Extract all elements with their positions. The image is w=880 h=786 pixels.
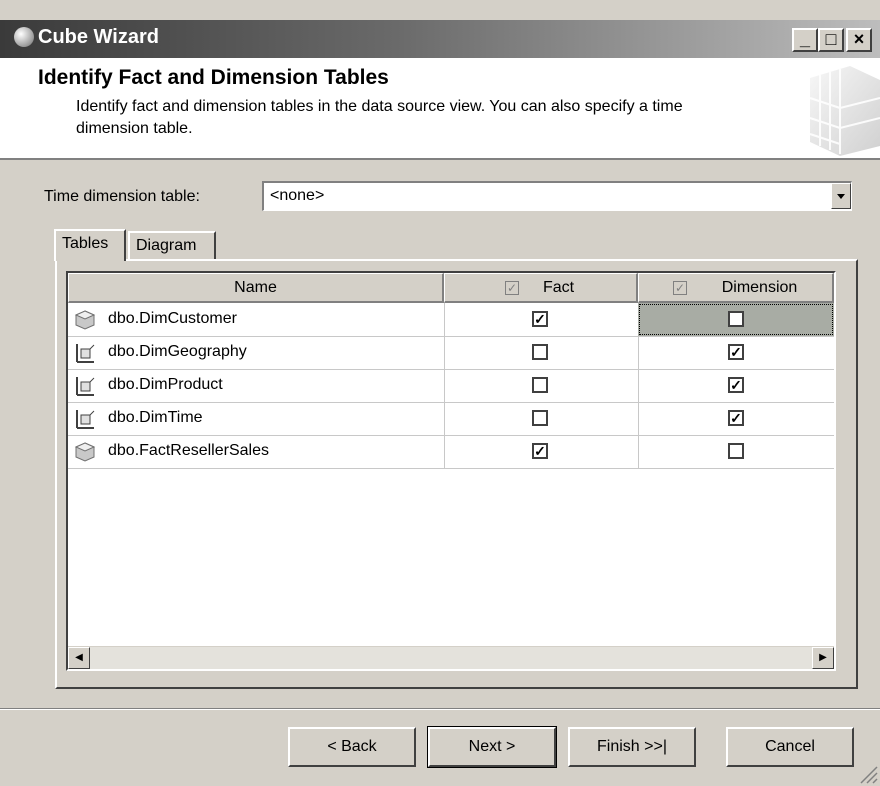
cube-wizard-window: Cube Wizard _ □ × Identify Fact and Dime… (0, 0, 880, 786)
next-button[interactable]: Next > (427, 726, 557, 768)
dimension-checkbox[interactable]: ✓ (728, 410, 744, 426)
cell-name[interactable]: dbo.FactResellerSales (68, 435, 445, 468)
cell-dimension (638, 303, 834, 336)
cell-name[interactable]: dbo.DimProduct (68, 369, 445, 402)
table-name: dbo.DimProduct (108, 376, 223, 393)
table-row[interactable]: dbo.DimProduct ✓ (68, 369, 834, 403)
dimension-header-checkbox[interactable]: ✓ (673, 281, 687, 295)
close-button[interactable]: × (846, 28, 872, 52)
horizontal-scrollbar[interactable]: ◀ ▶ (68, 646, 834, 669)
resize-grip-icon[interactable] (856, 762, 878, 784)
dimension-checkbox[interactable]: ✓ (728, 344, 744, 360)
table-name: dbo.DimGeography (108, 343, 247, 360)
table-icon (74, 442, 96, 462)
back-button[interactable]: < Back (288, 727, 416, 767)
footer-separator (0, 708, 880, 710)
cell-fact (444, 369, 639, 402)
cube-icon (14, 27, 34, 47)
window-title: Cube Wizard (38, 26, 159, 48)
minimize-button[interactable]: _ (792, 28, 818, 52)
cell-dimension: ✓ (638, 402, 834, 435)
fact-checkbox[interactable] (532, 410, 548, 426)
fact-checkbox[interactable] (532, 377, 548, 393)
cell-fact: ✓ (444, 303, 639, 336)
tab-diagram[interactable]: Diagram (128, 231, 216, 261)
cell-name[interactable]: dbo.DimTime (68, 402, 445, 435)
table-row[interactable]: dbo.DimGeography ✓ (68, 336, 834, 370)
time-dimension-label: Time dimension table: (44, 188, 200, 205)
time-dimension-value: <none> (270, 187, 325, 204)
dimension-icon (76, 377, 95, 396)
finish-button[interactable]: Finish >>| (568, 727, 696, 767)
cell-dimension: ✓ (638, 369, 834, 402)
column-header-name[interactable]: Name (68, 273, 444, 303)
table-row[interactable]: dbo.DimTime ✓ (68, 402, 834, 436)
dimension-checkbox[interactable]: ✓ (728, 377, 744, 393)
cell-fact (444, 402, 639, 435)
cell-dimension: ✓ (638, 336, 834, 369)
dimension-checkbox[interactable] (728, 443, 744, 459)
dimension-header-label: Dimension (721, 279, 798, 296)
column-header-fact[interactable]: ✓ Fact (444, 273, 638, 303)
scroll-right-icon[interactable]: ▶ (812, 647, 834, 669)
cancel-button[interactable]: Cancel (726, 727, 854, 767)
tables-grid[interactable]: Name ✓ Fact ✓ Dimension dbo.DimCustomer ✓… (66, 271, 836, 671)
cell-name[interactable]: dbo.DimCustomer (68, 303, 445, 336)
page-title: Identify Fact and Dimension Tables (38, 66, 389, 89)
table-name: dbo.FactResellerSales (108, 442, 269, 459)
cell-fact (444, 336, 639, 369)
column-header-dimension[interactable]: ✓ Dimension (638, 273, 834, 303)
table-name: dbo.DimCustomer (108, 310, 237, 327)
fact-checkbox[interactable]: ✓ (532, 311, 548, 327)
table-icon (74, 310, 96, 330)
table-row[interactable]: dbo.DimCustomer ✓ (68, 303, 834, 337)
table-row[interactable]: dbo.FactResellerSales ✓ (68, 435, 834, 469)
cell-fact: ✓ (444, 435, 639, 468)
time-dimension-dropdown[interactable]: <none> (262, 181, 852, 211)
dimension-checkbox[interactable] (728, 311, 744, 327)
cell-dimension (638, 435, 834, 468)
table-name: dbo.DimTime (108, 409, 203, 426)
cell-name[interactable]: dbo.DimGeography (68, 336, 445, 369)
chevron-down-icon[interactable] (831, 183, 851, 209)
dimension-icon (76, 410, 95, 429)
fact-checkbox[interactable] (532, 344, 548, 360)
dimension-icon (76, 344, 95, 363)
page-description: Identify fact and dimension tables in th… (76, 98, 683, 137)
fact-checkbox[interactable]: ✓ (532, 443, 548, 459)
scroll-left-icon[interactable]: ◀ (68, 647, 90, 669)
cube-graphic-icon (809, 66, 880, 156)
fact-header-checkbox[interactable]: ✓ (505, 281, 519, 295)
maximize-button[interactable]: □ (818, 28, 844, 52)
wizard-header: Identify Fact and Dimension Tables Ident… (0, 58, 880, 160)
tab-tables[interactable]: Tables (54, 229, 126, 261)
